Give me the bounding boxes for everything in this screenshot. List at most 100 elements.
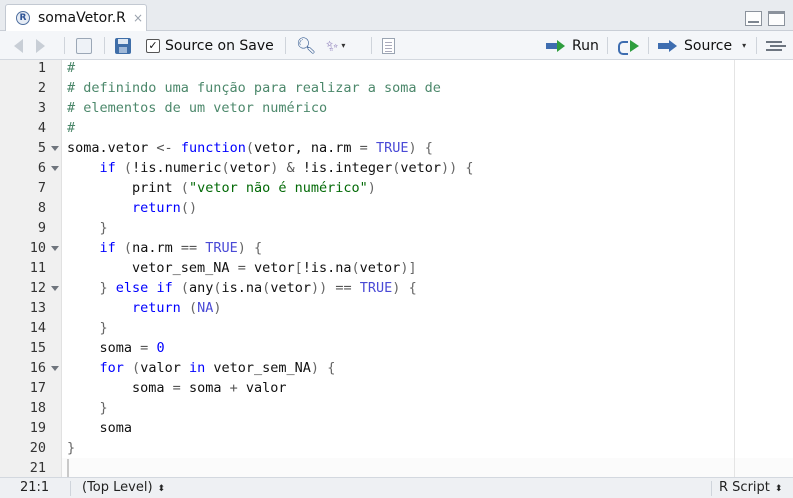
code-line[interactable]: 3 # elementos de um vetor numérico — [0, 98, 793, 118]
code-token: # elementos de um vetor numérico — [67, 100, 328, 116]
code-line[interactable]: 20} — [0, 438, 793, 458]
file-tab-somavetor[interactable]: R somaVetor.R × — [5, 4, 147, 32]
cursor-position: 21:1 — [20, 480, 50, 495]
code-line[interactable]: 21 — [0, 458, 793, 478]
code-line[interactable]: 2 # definindo uma função para realizar a … — [0, 78, 793, 98]
code-token: ( — [180, 280, 189, 296]
show-in-new-window-button[interactable] — [76, 31, 92, 60]
code-token: ( — [213, 280, 222, 296]
code-line[interactable]: 1 # — [0, 58, 793, 78]
code-line[interactable]: 7 print ("vetor não é numérico") — [0, 178, 793, 198]
code-token: } — [99, 400, 108, 416]
code-text: } — [67, 438, 75, 458]
code-line[interactable]: 17 soma = soma + valor — [0, 378, 793, 398]
code-token: soma — [67, 340, 141, 356]
code-token: { — [327, 360, 336, 376]
code-token: <- — [156, 140, 173, 156]
code-line[interactable]: 4 # — [0, 118, 793, 138]
code-text: } — [67, 318, 108, 338]
document-outline-button[interactable] — [766, 31, 782, 60]
code-line[interactable]: 16 for (valor in vetor_sem_NA) { — [0, 358, 793, 378]
compile-report-button[interactable] — [382, 31, 395, 60]
code-token: [ — [294, 260, 303, 276]
code-line[interactable]: 14 } — [0, 318, 793, 338]
tab-bar: R somaVetor.R × — [0, 0, 793, 32]
run-arrow-icon — [546, 39, 566, 52]
go-forward-button[interactable] — [36, 31, 45, 60]
source-on-save-checkbox[interactable]: ✓ — [146, 38, 160, 53]
run-button[interactable]: Run — [546, 31, 599, 60]
source-on-save-label: Source on Save — [165, 37, 274, 54]
code-token: { — [424, 140, 433, 156]
code-token: () — [180, 200, 198, 216]
find-replace-button[interactable]: 🔍︎ — [296, 31, 316, 60]
code-token: TRUE — [359, 280, 393, 296]
file-type-label: R Script — [719, 480, 770, 495]
code-token: ( — [180, 180, 189, 196]
line-number: 4 — [37, 120, 46, 136]
toolbar-divider — [285, 37, 286, 54]
code-token: na.rm — [132, 240, 181, 256]
save-button[interactable] — [115, 31, 131, 60]
window-controls — [745, 11, 785, 26]
code-line[interactable]: 5 soma.vetor <- function(vetor, na.rm = T… — [0, 138, 793, 158]
minimize-pane-button[interactable] — [745, 11, 762, 26]
scope-selector[interactable]: (Top Level) ⬍ — [82, 480, 165, 495]
code-line[interactable]: 13 return (NA) — [0, 298, 793, 318]
code-token: is.na — [221, 280, 263, 296]
code-line[interactable]: 8 return() — [0, 198, 793, 218]
code-text: return() — [67, 198, 197, 218]
search-icon: 🔍︎ — [296, 36, 317, 55]
code-line[interactable]: 18 } — [0, 398, 793, 418]
code-line[interactable]: 15 soma = 0 — [0, 338, 793, 358]
line-number: 16 — [29, 360, 46, 376]
line-number: 14 — [29, 320, 46, 336]
rerun-button[interactable] — [618, 31, 640, 60]
code-token: & — [286, 160, 295, 176]
editor-toolbar: ✓ Source on Save 🔍︎ ✨︎ ▾ Run Source ▾ — [0, 31, 793, 60]
code-tools-button[interactable]: ✨︎ ▾ — [326, 31, 345, 60]
source-on-save-toggle[interactable]: ✓ Source on Save — [146, 31, 274, 60]
code-line[interactable]: 10 if (na.rm == TRUE) { — [0, 238, 793, 258]
code-token: # — [67, 120, 76, 136]
maximize-pane-button[interactable] — [768, 11, 785, 26]
code-token: return — [132, 300, 181, 316]
code-token: vetor_sem_NA — [205, 360, 311, 376]
code-text: # — [67, 118, 75, 138]
line-number: 12 — [29, 280, 46, 296]
code-line[interactable]: 9 } — [0, 218, 793, 238]
code-line[interactable]: 6 if (!is.numeric(vetor) & !is.integer(v… — [0, 158, 793, 178]
fold-toggle-icon[interactable] — [51, 366, 59, 371]
close-tab-icon[interactable]: × — [133, 11, 143, 25]
go-back-button[interactable] — [14, 31, 23, 60]
line-number: 19 — [29, 420, 46, 436]
code-token: } — [99, 220, 108, 236]
source-button[interactable]: Source ▾ — [658, 31, 746, 60]
file-tab-title: somaVetor.R — [38, 10, 126, 26]
line-number: 2 — [37, 80, 46, 96]
fold-toggle-icon[interactable] — [51, 246, 59, 251]
code-editor[interactable]: 1 #2 # definindo uma função para realizar … — [0, 60, 793, 477]
code-text: if (!is.numeric(vetor) & !is.integer(vet… — [67, 158, 474, 178]
code-token: TRUE — [375, 140, 409, 156]
code-token: NA — [197, 300, 214, 316]
chevron-down-icon[interactable]: ▾ — [742, 41, 746, 50]
fold-toggle-icon[interactable] — [51, 166, 59, 171]
code-line[interactable]: 19 soma — [0, 418, 793, 438]
code-line[interactable]: 11 vetor_sem_NA = vetor[!is.na(vetor)] — [0, 258, 793, 278]
fold-toggle-icon[interactable] — [51, 286, 59, 291]
toolbar-divider — [648, 37, 649, 54]
code-token: } — [99, 320, 108, 336]
file-type-selector[interactable]: R Script ⬍ — [719, 480, 782, 495]
new-window-icon — [76, 37, 92, 54]
code-line[interactable]: 12 } else if (any(is.na(vetor)) == TRUE)… — [0, 278, 793, 298]
fold-toggle-icon[interactable] — [51, 146, 59, 151]
code-token: = — [359, 140, 368, 156]
